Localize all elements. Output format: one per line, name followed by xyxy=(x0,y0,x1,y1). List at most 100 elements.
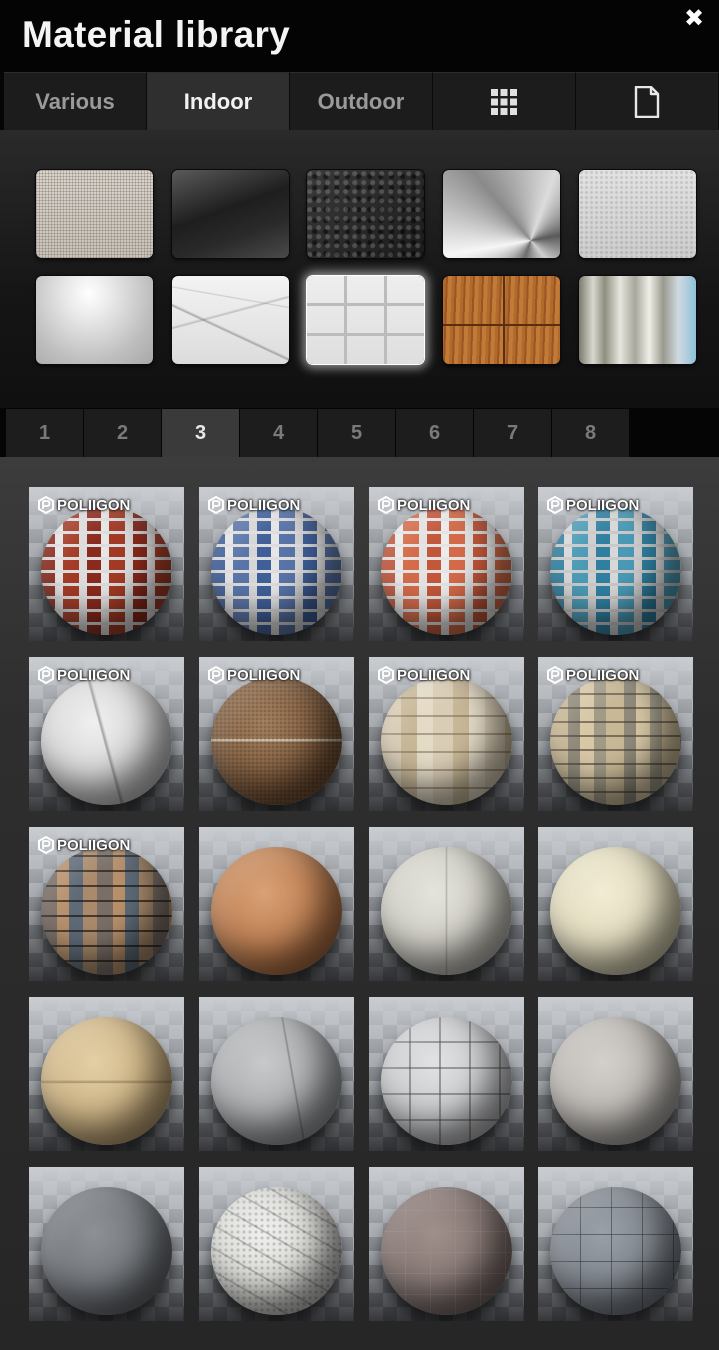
badge-text: POLIIGON xyxy=(57,496,131,514)
badge-text: POLIIGON xyxy=(566,666,640,684)
material-thumbnail[interactable]: POLIIGON xyxy=(538,487,693,641)
material-sphere-mauve xyxy=(381,1187,512,1315)
poliigon-logo-icon xyxy=(208,496,224,514)
tab-label: Various xyxy=(35,88,115,114)
page-tab[interactable]: 6 xyxy=(396,409,473,457)
material-library-panel: Material library ✖ Various Indoor Outdoo… xyxy=(0,0,719,1350)
grid-icon xyxy=(491,88,517,115)
page-tab[interactable]: 5 xyxy=(318,409,395,457)
material-thumbnail[interactable] xyxy=(29,1167,184,1321)
material-sphere-marble-white xyxy=(41,677,172,805)
material-thumbnail[interactable] xyxy=(538,1167,693,1321)
material-sphere-grey-warm xyxy=(550,1017,681,1145)
material-sphere-sandstone xyxy=(41,1017,172,1145)
badge-text: POLIIGON xyxy=(57,836,131,854)
material-thumbnail[interactable] xyxy=(199,1167,354,1321)
close-icon[interactable]: ✖ xyxy=(683,7,705,31)
material-thumbnail[interactable]: POLIIGON xyxy=(29,657,184,811)
material-sphere-cream xyxy=(550,847,681,975)
poliigon-badge: POLIIGON xyxy=(546,665,639,685)
material-thumbnail[interactable] xyxy=(199,827,354,981)
swatch-glossy-white[interactable] xyxy=(36,276,153,364)
poliigon-badge: POLIIGON xyxy=(37,665,130,685)
tab-label: Outdoor xyxy=(317,88,405,114)
material-sphere-grey-tile xyxy=(381,1017,512,1145)
tab-various[interactable]: Various xyxy=(4,72,147,130)
poliigon-logo-icon xyxy=(547,666,563,684)
material-thumbnail[interactable]: POLIIGON xyxy=(369,487,524,641)
material-sphere-earth xyxy=(211,677,342,805)
swatch-glass[interactable] xyxy=(172,170,289,258)
material-sphere-concrete-light xyxy=(381,847,512,975)
material-sphere-slate xyxy=(41,847,172,975)
category-tabs: Various Indoor Outdoor xyxy=(4,72,719,130)
material-sphere-white-stone xyxy=(211,1187,342,1315)
material-sphere-blue-grey xyxy=(550,1187,681,1315)
poliigon-logo-icon xyxy=(378,496,394,514)
material-thumbnail[interactable] xyxy=(369,997,524,1151)
material-sphere-stone-mixed xyxy=(550,677,681,805)
material-thumbnail[interactable] xyxy=(29,997,184,1151)
tab-label: Indoor xyxy=(183,88,253,114)
poliigon-badge: POLIIGON xyxy=(37,835,130,855)
swatch-curtain[interactable] xyxy=(579,276,696,364)
material-sphere-grey-smooth xyxy=(211,1017,342,1145)
poliigon-badge: POLIIGON xyxy=(377,665,470,685)
poliigon-logo-icon xyxy=(38,496,54,514)
material-sphere-terracotta xyxy=(211,847,342,975)
poliigon-badge: POLIIGON xyxy=(207,495,300,515)
material-thumbnail[interactable] xyxy=(538,997,693,1151)
swatch-brushed-metal[interactable] xyxy=(443,170,560,258)
tab-indoor[interactable]: Indoor xyxy=(147,72,290,130)
swatch-plaster[interactable] xyxy=(579,170,696,258)
poliigon-logo-icon xyxy=(38,666,54,684)
tab-grid-view[interactable] xyxy=(433,72,576,130)
badge-text: POLIIGON xyxy=(57,666,131,684)
swatch-fabric[interactable] xyxy=(36,170,153,258)
window-title: Material library xyxy=(22,14,291,55)
page-tab[interactable]: 4 xyxy=(240,409,317,457)
page-tabs: 1 2 3 4 5 6 7 8 xyxy=(6,409,630,457)
material-thumbnail[interactable] xyxy=(199,997,354,1151)
material-thumbnail[interactable]: POLIIGON xyxy=(538,657,693,811)
material-sphere-brick-red xyxy=(41,507,172,635)
material-thumbnail[interactable] xyxy=(538,827,693,981)
swatch-tiles[interactable] xyxy=(307,276,424,364)
material-sphere-stone-tan xyxy=(381,677,512,805)
poliigon-badge: POLIIGON xyxy=(207,665,300,685)
poliigon-badge: POLIIGON xyxy=(377,495,470,515)
swatch-leather[interactable] xyxy=(307,170,424,258)
badge-text: POLIIGON xyxy=(566,496,640,514)
swatch-marble[interactable] xyxy=(172,276,289,364)
badge-text: POLIIGON xyxy=(227,666,301,684)
material-thumbnail[interactable]: POLIIGON xyxy=(29,827,184,981)
page-tab[interactable]: 1 xyxy=(6,409,83,457)
page-tab[interactable]: 8 xyxy=(552,409,629,457)
material-thumbnail[interactable]: POLIIGON xyxy=(29,487,184,641)
poliigon-badge: POLIIGON xyxy=(546,495,639,515)
badge-text: POLIIGON xyxy=(397,496,471,514)
tab-outdoor[interactable]: Outdoor xyxy=(290,72,433,130)
poliigon-logo-icon xyxy=(378,666,394,684)
page-tab[interactable]: 3 xyxy=(162,409,239,457)
material-thumbnail[interactable]: POLIIGON xyxy=(369,657,524,811)
material-thumbnail[interactable] xyxy=(369,827,524,981)
material-grid: POLIIGON POLIIGON POLIIGON POLIIGON POLIIGON… xyxy=(0,457,719,1350)
material-sphere-brick-blue xyxy=(211,507,342,635)
poliigon-logo-icon xyxy=(547,496,563,514)
swatch-wood[interactable] xyxy=(443,276,560,364)
poliigon-logo-icon xyxy=(208,666,224,684)
poliigon-logo-icon xyxy=(38,836,54,854)
tab-document[interactable] xyxy=(576,72,719,130)
header: Material library ✖ xyxy=(0,0,719,72)
material-sphere-dark-grey xyxy=(41,1187,172,1315)
badge-text: POLIIGON xyxy=(227,496,301,514)
badge-text: POLIIGON xyxy=(397,666,471,684)
material-thumbnail[interactable]: POLIIGON xyxy=(199,487,354,641)
page-tab[interactable]: 2 xyxy=(84,409,161,457)
material-sphere-brick-teal xyxy=(550,507,681,635)
material-thumbnail[interactable]: POLIIGON xyxy=(199,657,354,811)
page-tab[interactable]: 7 xyxy=(474,409,551,457)
material-thumbnail[interactable] xyxy=(369,1167,524,1321)
quick-swatches xyxy=(0,130,719,408)
